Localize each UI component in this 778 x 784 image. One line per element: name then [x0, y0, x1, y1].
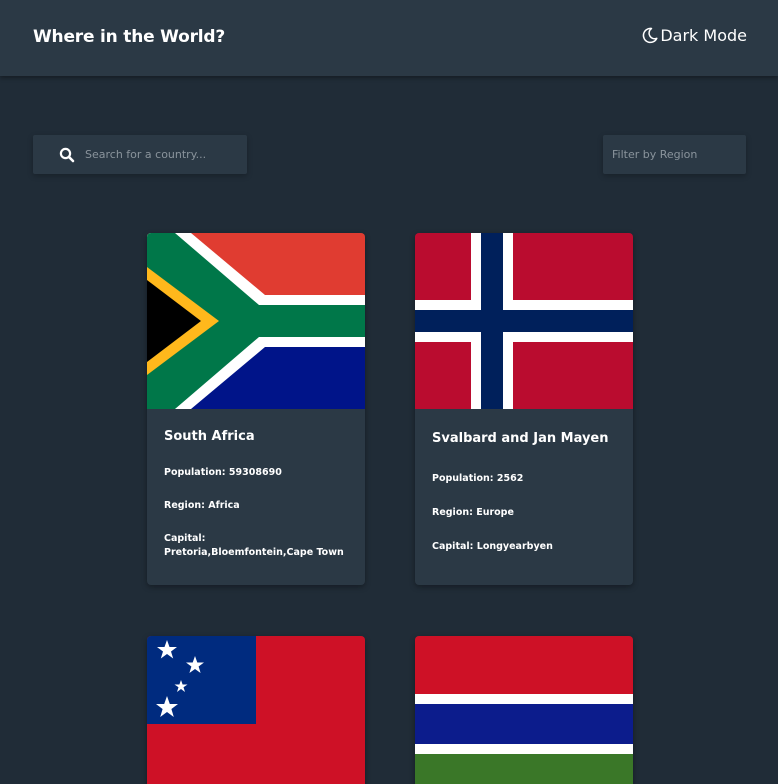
capital-info: Capital: Longyearbyen	[432, 540, 616, 554]
region-info: Region: Europe	[432, 506, 616, 520]
country-card-samoa[interactable]	[147, 636, 365, 784]
app-title: Where in the World?	[33, 27, 226, 47]
population-value: 59308690	[228, 467, 282, 478]
region-filter[interactable]: Filter by Region	[603, 135, 746, 174]
moon-icon	[643, 27, 658, 44]
country-name: South Africa	[164, 429, 255, 444]
gambia-flag	[415, 636, 633, 784]
dark-mode-label: Dark Mode	[660, 26, 747, 45]
capital-label: Capital:	[164, 533, 206, 544]
dark-mode-toggle[interactable]: Dark Mode	[642, 26, 747, 45]
capital-value: Longyearbyen	[476, 541, 553, 552]
header: Where in the World? Dark Mode	[0, 0, 778, 76]
population-info: Population: 2562	[432, 472, 616, 486]
svalbard-flag	[415, 233, 633, 409]
samoa-flag	[147, 636, 365, 784]
capital-value: Pretoria,Bloemfontein,Cape Town	[164, 547, 344, 558]
region-value: Europe	[476, 507, 514, 518]
population-label: Population:	[164, 467, 226, 478]
country-card-gambia[interactable]	[415, 636, 633, 784]
region-value: Africa	[208, 500, 240, 511]
search-input[interactable]	[85, 135, 241, 174]
country-card-south-africa[interactable]: South Africa Population: 59308690 Region…	[147, 233, 365, 585]
population-info: Population: 59308690	[164, 466, 348, 480]
country-card-svalbard[interactable]: Svalbard and Jan Mayen Population: 2562 …	[415, 233, 633, 585]
capital-info: Capital: Pretoria,Bloemfontein,Cape Town	[164, 532, 348, 560]
south-africa-flag	[147, 233, 365, 409]
capital-label: Capital:	[432, 541, 474, 552]
search-icon	[59, 147, 75, 163]
region-filter-select[interactable]: Filter by Region	[603, 135, 746, 174]
region-label: Region:	[164, 500, 205, 511]
population-label: Population:	[432, 473, 494, 484]
country-name: Svalbard and Jan Mayen	[432, 431, 609, 446]
region-label: Region:	[432, 507, 473, 518]
search-box[interactable]	[33, 135, 247, 174]
population-value: 2562	[496, 473, 524, 484]
region-info: Region: Africa	[164, 499, 348, 513]
